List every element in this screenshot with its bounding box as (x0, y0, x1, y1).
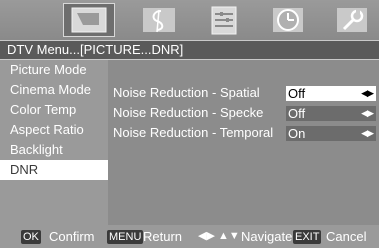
picture-submenu: Picture Mode Cinema Mode Color Temp Aspe… (0, 60, 108, 225)
tab-time[interactable] (262, 3, 314, 37)
setting-value-selector[interactable]: Off ◀▶ (286, 86, 376, 101)
exit-key-badge[interactable]: EXIT (293, 230, 322, 244)
setting-value: Off (288, 106, 306, 121)
left-right-arrows-icon: ◀▶ (361, 88, 374, 98)
sidebar-item-cinema-mode[interactable]: Cinema Mode (0, 80, 108, 100)
setting-value: On (288, 126, 306, 141)
setting-row-speckle[interactable]: Noise Reduction - Specke Off ◀▶ (108, 103, 379, 123)
sidebar-item-backlight[interactable]: Backlight (0, 140, 108, 160)
setting-value-selector[interactable]: On ◀▶ (286, 126, 376, 141)
help-bar: OK Confirm MENU Return ◀▶ ▲▼ Navigate EX… (0, 225, 379, 248)
setting-label: Noise Reduction - Temporal (113, 125, 274, 140)
sidebar-item-aspect-ratio[interactable]: Aspect Ratio (0, 120, 108, 140)
tab-channel[interactable] (198, 3, 250, 37)
picture-tab-icon (71, 7, 107, 33)
left-right-arrows-icon: ◀▶ (361, 128, 374, 138)
audio-tab-icon (143, 8, 175, 33)
setup-tab-icon (337, 8, 367, 32)
navigate-arrows-icon: ◀▶ ▲▼ (198, 230, 240, 242)
navigate-help-text: Navigate (241, 229, 293, 244)
exit-help-text: Cancel (326, 229, 367, 244)
setting-label: Noise Reduction - Specke (113, 105, 264, 120)
channel-tab-icon (211, 6, 237, 35)
tab-audio[interactable] (133, 3, 185, 37)
category-tab-bar (0, 0, 379, 40)
setting-label: Noise Reduction - Spatial (113, 85, 260, 100)
left-right-arrows-icon: ◀▶ (361, 108, 374, 118)
setting-row-spatial[interactable]: Noise Reduction - Spatial Off ◀▶ (108, 83, 379, 103)
tab-picture[interactable] (63, 3, 115, 37)
setting-row-temporal[interactable]: Noise Reduction - Temporal On ◀▶ (108, 123, 379, 143)
setting-value: Off (288, 86, 306, 101)
sidebar-item-color-temp[interactable]: Color Temp (0, 100, 108, 120)
dnr-settings-panel: Noise Reduction - Spatial Off ◀▶ Noise R… (108, 60, 379, 225)
breadcrumb: DTV Menu...[PICTURE...DNR] (0, 40, 379, 60)
sidebar-item-dnr[interactable]: DNR (0, 160, 108, 180)
menu-key-badge[interactable]: MENU (107, 230, 144, 244)
menu-help-text: Return (143, 229, 183, 244)
setting-value-selector[interactable]: Off ◀▶ (286, 106, 376, 121)
ok-key-badge[interactable]: OK (21, 230, 41, 244)
ok-help-text: Confirm (49, 229, 95, 244)
tv-menu-screen: DTV Menu...[PICTURE...DNR] Picture Mode … (0, 0, 379, 248)
sidebar-item-picture-mode[interactable]: Picture Mode (0, 60, 108, 80)
time-tab-icon (273, 8, 303, 32)
tab-setup[interactable] (326, 3, 378, 37)
